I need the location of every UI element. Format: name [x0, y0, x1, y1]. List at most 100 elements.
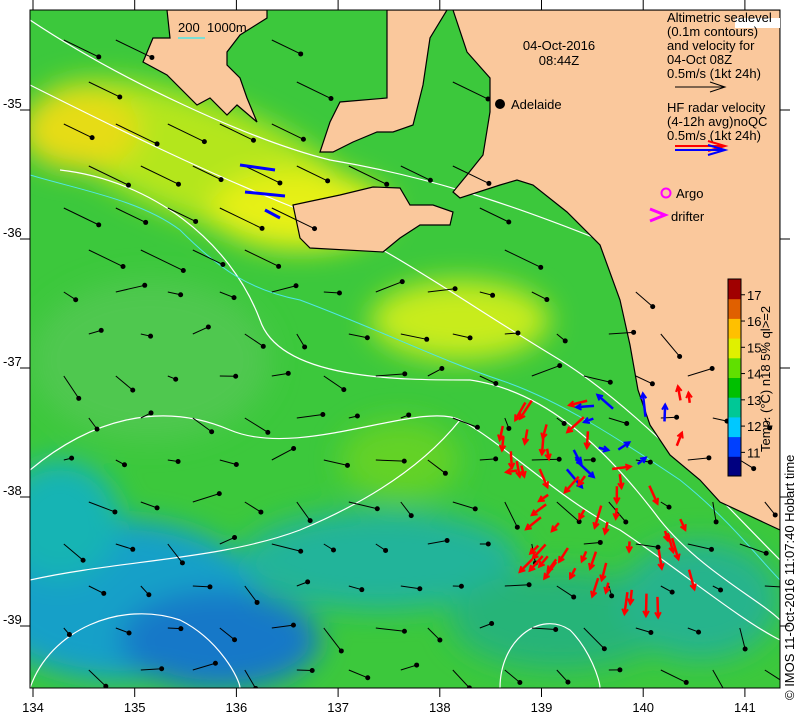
- arrow-head: [485, 96, 491, 102]
- colorbar-swatch: [728, 397, 741, 418]
- colorbar-swatch: [728, 416, 741, 438]
- arrow-head: [220, 262, 226, 268]
- arrow-head: [442, 470, 448, 476]
- legend-line: (4-12h avg)noQC: [667, 114, 767, 129]
- arrow-head: [80, 557, 86, 563]
- arrow-head: [489, 621, 495, 627]
- arrow-head: [338, 648, 344, 654]
- legend-line: and velocity for: [667, 38, 755, 53]
- arrow-head: [485, 541, 491, 547]
- arrow-head: [708, 546, 714, 552]
- arrow-head: [709, 365, 715, 371]
- arrow-head: [285, 370, 291, 376]
- arrow-head: [216, 491, 222, 497]
- arrow-head: [328, 96, 334, 102]
- arrow-head: [293, 283, 299, 289]
- arrow-head: [312, 226, 318, 232]
- x-tick-label: 140: [632, 700, 654, 715]
- arrow-head: [159, 666, 165, 672]
- arrow-head: [493, 380, 499, 386]
- arrow-head: [706, 455, 712, 461]
- arrow-head: [772, 512, 778, 518]
- scale-bar-left: 200: [178, 20, 200, 35]
- colorbar-swatch: [728, 377, 741, 398]
- arrow-head: [298, 51, 304, 57]
- arrow-head: [205, 324, 211, 330]
- arrow-head: [325, 178, 331, 184]
- x-tick-label: 134: [22, 700, 44, 715]
- arrow-head: [233, 373, 239, 379]
- arrow-head: [647, 459, 653, 465]
- arrow-head: [601, 646, 607, 652]
- arrow-head: [218, 177, 224, 183]
- arrow-head: [474, 424, 480, 430]
- arrow-head: [383, 547, 389, 553]
- arrow-head: [193, 218, 199, 224]
- map-time: 08:44Z: [539, 53, 580, 68]
- drifter-label: drifter: [671, 209, 705, 224]
- arrow-head: [561, 420, 567, 426]
- legend-line: 0.5m/s (1kt 24h): [667, 66, 761, 81]
- arrow-head: [265, 429, 271, 435]
- arrow-head: [666, 504, 672, 510]
- arrow-head: [401, 628, 407, 634]
- colorbar-swatch: [728, 338, 741, 359]
- arrow-head: [232, 534, 238, 540]
- arrow-head: [175, 459, 181, 465]
- arrow-head: [112, 509, 118, 515]
- arrow-head: [562, 338, 568, 344]
- arrow-head: [742, 646, 748, 652]
- colorbar-swatch: [728, 436, 741, 457]
- colorbar-swatch: [728, 357, 741, 378]
- arrow-head: [718, 587, 724, 593]
- argo-label: Argo: [676, 186, 703, 201]
- arrow-head: [557, 363, 563, 369]
- arrow-head: [486, 180, 492, 186]
- arrow-head: [565, 679, 571, 685]
- arrow-head: [374, 506, 380, 512]
- arrow-head: [763, 550, 769, 556]
- arrow-head: [69, 455, 75, 461]
- arrow-head: [154, 505, 160, 511]
- arrow-head: [607, 379, 613, 385]
- arrow-head: [291, 445, 297, 451]
- colorbar-swatch: [728, 298, 741, 319]
- arrow-head: [649, 381, 655, 387]
- arrow-head: [76, 395, 82, 401]
- arrow-head: [175, 181, 181, 187]
- legend-line: 0.5m/s (1kt 24h): [667, 128, 761, 143]
- arrow-head: [458, 583, 464, 589]
- arrow-head: [674, 414, 680, 420]
- colorbar-tick-label: 17: [747, 288, 761, 303]
- arrow-head: [354, 413, 360, 419]
- arrow-head: [307, 518, 313, 524]
- arrow-head: [148, 333, 154, 339]
- arrow-head: [130, 387, 136, 393]
- arrow-head: [300, 136, 306, 142]
- colorbar-swatch: [728, 318, 741, 339]
- arrow-head: [490, 292, 496, 298]
- legend-line: (0.1m contours): [667, 24, 758, 39]
- adelaide-marker: [495, 99, 505, 109]
- arrow-head: [179, 560, 185, 566]
- arrow-head: [365, 675, 371, 681]
- arrow-head: [212, 660, 218, 666]
- arrow-head: [254, 599, 260, 605]
- arrow-head: [427, 177, 433, 183]
- arrow-head: [648, 630, 654, 636]
- arrow-head: [544, 297, 550, 303]
- arrow-head: [724, 692, 729, 697]
- arrow-head: [683, 679, 689, 685]
- arrow-head: [406, 412, 412, 418]
- y-tick-label: -38: [3, 483, 22, 498]
- arrow-head: [514, 524, 520, 530]
- arrow-head: [359, 587, 365, 593]
- arrow-head: [207, 584, 213, 590]
- colorbar-swatch: [728, 279, 741, 300]
- arrow-head: [417, 586, 423, 592]
- arrow-head: [231, 295, 237, 301]
- arrow-head: [408, 513, 414, 519]
- x-tick-label: 141: [734, 700, 756, 715]
- arrow-head: [330, 547, 336, 553]
- arrow-head: [624, 420, 630, 426]
